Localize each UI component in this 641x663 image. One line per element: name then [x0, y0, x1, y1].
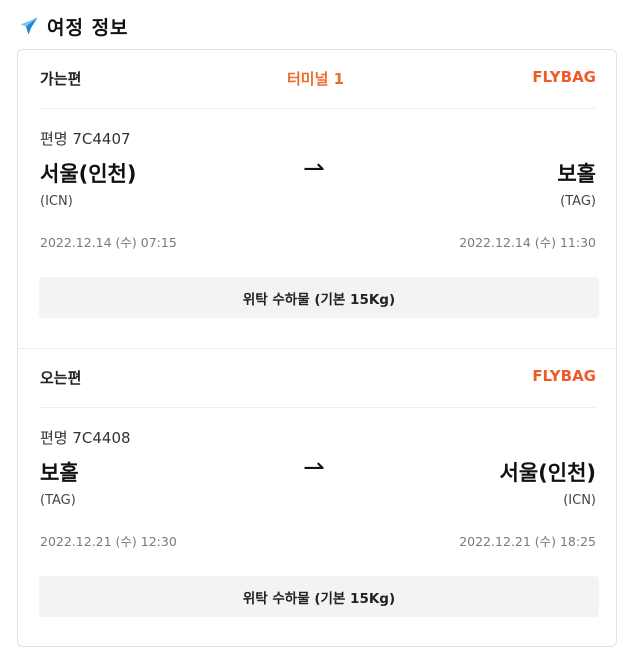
outbound-departure-code: (ICN) [40, 194, 73, 209]
outbound-baggage-button[interactable]: 위탁 수하물 (기본 15Kg) [39, 277, 599, 318]
inbound-flybag-label: FLYBAG [532, 367, 596, 385]
inbound-flight-number: 편명 7C4408 [40, 429, 131, 447]
airplane-icon [20, 17, 38, 35]
arrow-icon: ⇀ [303, 154, 325, 184]
outbound-flybag-label: FLYBAG [532, 68, 596, 86]
outbound-arrival-time: 2022.12.14 (수) 11:30 [459, 235, 596, 250]
outbound-arrival-city: 보홀 [557, 162, 596, 186]
outbound-departure-time: 2022.12.14 (수) 07:15 [40, 235, 177, 250]
terminal-label: 터미널 1 [287, 70, 345, 88]
itinerary-card: 가는편 터미널 1 FLYBAG 편명 7C4407 서울(인천) ⇀ 보홀 (… [17, 49, 617, 647]
inbound-departure-code: (TAG) [40, 493, 76, 508]
inbound-departure-time: 2022.12.21 (수) 12:30 [40, 534, 177, 549]
inbound-arrival-city: 서울(인천) [499, 461, 596, 485]
outbound-label: 가는편 [40, 70, 82, 88]
arrow-icon: ⇀ [303, 453, 325, 483]
outbound-header: 가는편 터미널 1 FLYBAG [40, 68, 596, 92]
inbound-baggage-button[interactable]: 위탁 수하물 (기본 15Kg) [39, 576, 599, 617]
outbound-flight-number: 편명 7C4407 [40, 130, 131, 148]
page-header: 여정 정보 [19, 12, 129, 40]
divider [40, 108, 596, 109]
inbound-departure-city: 보홀 [40, 461, 79, 485]
outbound-departure-city: 서울(인천) [40, 162, 137, 186]
outbound-arrival-code: (TAG) [560, 194, 596, 209]
inbound-arrival-code: (ICN) [563, 493, 596, 508]
inbound-label: 오는편 [40, 369, 82, 387]
page-title: 여정 정보 [47, 16, 129, 39]
inbound-arrival-time: 2022.12.21 (수) 18:25 [459, 534, 596, 549]
inbound-section: 오는편 FLYBAG 편명 7C4408 보홀 ⇀ 서울(인천) (TAG) (… [18, 348, 616, 647]
divider [40, 407, 596, 408]
outbound-section: 가는편 터미널 1 FLYBAG 편명 7C4407 서울(인천) ⇀ 보홀 (… [18, 50, 616, 348]
inbound-header: 오는편 FLYBAG [40, 367, 596, 391]
